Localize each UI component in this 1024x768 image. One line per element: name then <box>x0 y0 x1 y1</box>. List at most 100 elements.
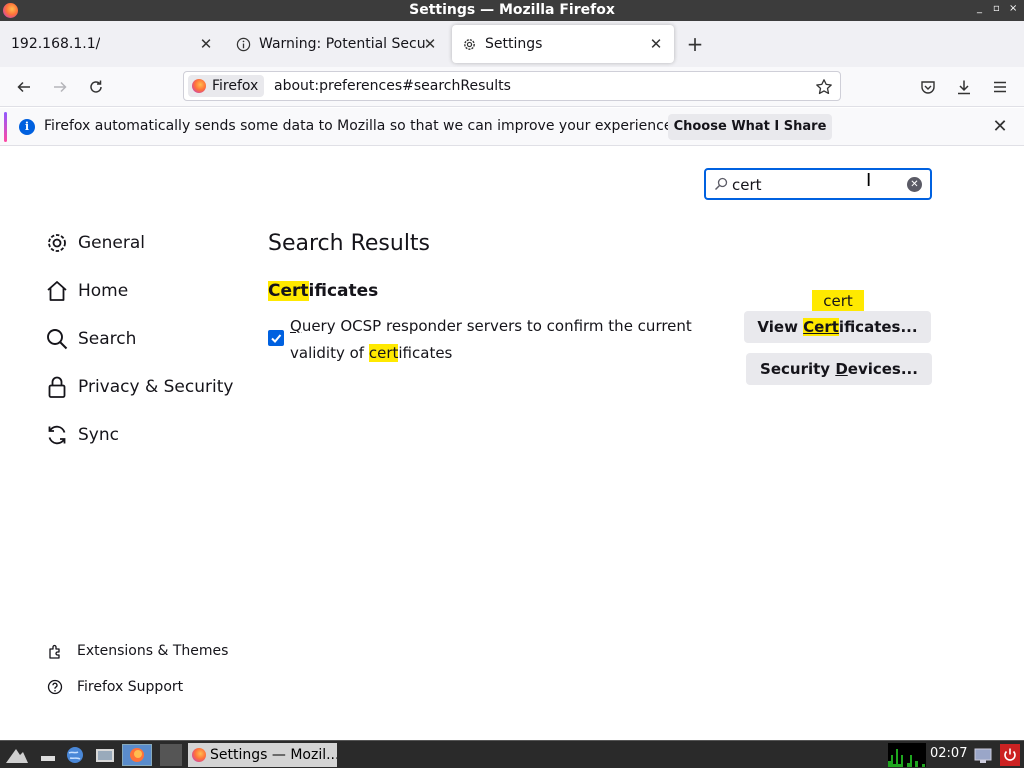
new-tab-button[interactable]: + <box>684 34 706 56</box>
window-title: Settings — Mozilla Firefox <box>409 2 615 18</box>
clear-search-icon[interactable]: ✕ <box>907 177 922 192</box>
extensions-themes-link[interactable]: Extensions & Themes <box>46 641 228 661</box>
file-manager-launcher-icon[interactable] <box>94 745 116 765</box>
sidebar-item-privacy[interactable]: Privacy & Security <box>44 373 233 401</box>
sidebar-item-search[interactable]: Search <box>44 325 136 353</box>
search-value: cert <box>732 176 762 194</box>
search-icon <box>714 177 728 195</box>
preferences-page: cert ✕ I General Home Search Privacy & S… <box>0 147 1024 740</box>
desktop-pager[interactable] <box>160 744 182 766</box>
tab-settings[interactable]: Settings ✕ <box>452 25 674 63</box>
footer-link-label: Firefox Support <box>77 679 184 695</box>
window-titlebar: Settings — Mozilla Firefox _ ▫ × <box>0 0 1024 21</box>
forward-arrow-icon <box>54 81 67 93</box>
taskbar-clock: 02:07 <box>930 746 968 761</box>
search-match-tooltip: cert <box>812 290 864 318</box>
notification-text: Firefox automatically sends some data to… <box>44 118 677 134</box>
taskbar-task-firefox[interactable]: Settings — Mozil... <box>188 743 337 767</box>
search-highlight: Cert <box>268 281 309 301</box>
tab-strip: 192.168.1.1/ ✕ Warning: Potential Securi… <box>0 21 1024 67</box>
forward-button[interactable] <box>48 75 72 99</box>
gear-icon <box>461 36 477 52</box>
sidebar-item-label: Privacy & Security <box>78 377 234 397</box>
url-text[interactable]: about:preferences#searchResults <box>274 78 511 94</box>
back-button[interactable] <box>12 75 36 99</box>
gear-icon <box>44 230 70 256</box>
app-menu-button[interactable] <box>988 75 1012 99</box>
choose-what-i-share-button[interactable]: Choose What I Share <box>668 114 832 140</box>
sync-icon <box>44 422 70 448</box>
sidebar-item-general[interactable]: General <box>44 229 145 257</box>
label-text: validity of <box>290 344 369 362</box>
puzzle-icon <box>46 642 64 660</box>
pocket-icon <box>921 81 935 94</box>
button-text: evices... <box>847 360 918 378</box>
nav-toolbar: Firefox about:preferences#searchResults <box>0 67 1024 107</box>
star-icon <box>816 79 832 95</box>
button-text: Security <box>760 360 836 378</box>
button-text: ificates... <box>838 318 918 336</box>
checkmark-icon <box>271 334 282 343</box>
pocket-button[interactable] <box>916 75 940 99</box>
label-text: ificates <box>398 344 453 362</box>
help-icon <box>46 678 64 696</box>
ocsp-checkbox-label[interactable]: Query OCSP responder servers to confirm … <box>290 313 710 367</box>
notification-accent <box>4 112 7 142</box>
ocsp-checkbox[interactable] <box>268 330 284 346</box>
close-tab-icon[interactable]: ✕ <box>646 34 666 54</box>
power-icon[interactable] <box>1000 744 1020 766</box>
tab-label: Warning: Potential Securi <box>259 36 427 52</box>
accesskey-underline: Q <box>290 317 302 335</box>
accesskey-underline: D <box>835 360 848 378</box>
tab-warning[interactable]: Warning: Potential Securi ✕ <box>226 25 448 63</box>
close-window-icon[interactable]: × <box>1009 3 1017 14</box>
search-highlight: Cert <box>803 318 839 336</box>
web-browser-launcher-icon[interactable] <box>64 745 86 765</box>
cpu-monitor-graph <box>888 743 926 767</box>
tab-router[interactable]: 192.168.1.1/ ✕ <box>0 25 224 63</box>
firefox-support-link[interactable]: Firefox Support <box>46 677 183 697</box>
lock-icon <box>44 374 70 400</box>
minimize-icon[interactable]: _ <box>977 3 982 14</box>
close-tab-icon[interactable]: ✕ <box>420 34 440 54</box>
back-arrow-icon <box>17 81 30 93</box>
sidebar-item-sync[interactable]: Sync <box>44 421 119 449</box>
downloads-button[interactable] <box>952 75 976 99</box>
os-taskbar: Settings — Mozil... 02:07 <box>0 740 1024 768</box>
info-icon <box>235 36 251 52</box>
url-bar[interactable]: Firefox about:preferences#searchResults <box>183 71 841 101</box>
reload-icon <box>90 80 102 93</box>
identity-box[interactable]: Firefox <box>188 75 265 97</box>
label-text: uery OCSP responder servers to confirm t… <box>301 317 692 335</box>
sidebar-item-label: Home <box>78 281 129 301</box>
sidebar-item-label: General <box>78 233 145 253</box>
show-desktop-icon[interactable] <box>38 745 58 765</box>
reload-button[interactable] <box>84 75 108 99</box>
hamburger-menu-icon <box>994 81 1006 93</box>
search-highlight: cert <box>368 344 399 362</box>
identity-label: Firefox <box>212 78 259 94</box>
bookmark-star-button[interactable] <box>812 75 836 99</box>
info-icon: i <box>19 119 35 135</box>
firefox-launcher-icon[interactable] <box>122 744 152 766</box>
data-collection-notification: i Firefox automatically sends some data … <box>0 108 1024 146</box>
start-menu-icon[interactable] <box>4 745 30 765</box>
maximize-icon[interactable]: ▫ <box>993 3 1000 14</box>
close-tab-icon[interactable]: ✕ <box>196 34 216 54</box>
home-icon <box>44 278 70 304</box>
button-text: View <box>757 318 804 336</box>
security-devices-button[interactable]: Security Devices... <box>746 353 932 385</box>
sidebar-item-label: Search <box>78 329 137 349</box>
firefox-logo-icon <box>192 748 206 762</box>
download-icon <box>958 80 970 95</box>
close-notification-icon[interactable]: ✕ <box>990 117 1010 137</box>
view-certificates-button[interactable]: View Certificates... <box>744 311 931 343</box>
preferences-search-input[interactable]: cert ✕ <box>704 168 932 200</box>
display-tray-icon[interactable] <box>974 745 992 765</box>
certificates-heading: Certificates <box>268 281 378 301</box>
sidebar-item-home[interactable]: Home <box>44 277 128 305</box>
tab-label: Settings <box>485 36 543 52</box>
search-results-title: Search Results <box>268 231 431 256</box>
tab-label: 192.168.1.1/ <box>11 36 101 52</box>
heading-text: ificates <box>308 281 379 301</box>
